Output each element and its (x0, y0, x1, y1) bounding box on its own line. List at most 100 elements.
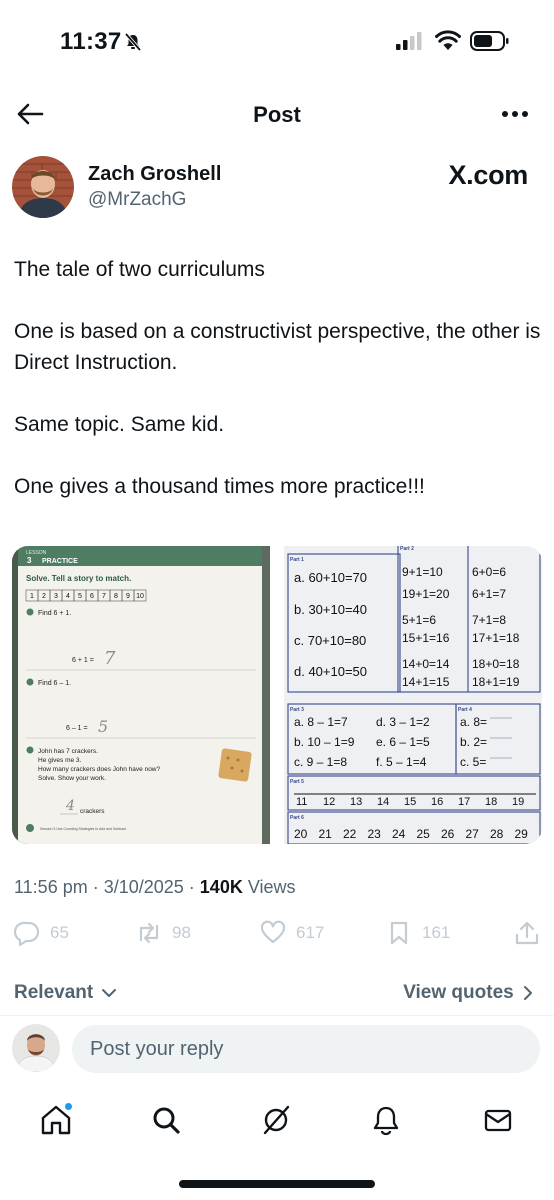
post-media: LESSON 3 PRACTICE Solve. Tell a story to… (12, 546, 542, 844)
part2-item: 6+1=7 (472, 587, 506, 601)
share-button[interactable] (514, 920, 540, 946)
post-body: The tale of two curriculums One is based… (14, 254, 542, 502)
repost-button[interactable]: 98 (136, 920, 191, 946)
part4-label: Part 4 (458, 707, 472, 713)
q5-unit: crackers (80, 808, 105, 815)
number-label: 14 (377, 796, 389, 808)
number-label: 18 (485, 796, 497, 808)
number-label: 19 (512, 796, 524, 808)
number-label: 12 (323, 796, 335, 808)
number-label: 2 (42, 593, 46, 600)
part2-item: 18+0=18 (472, 657, 520, 671)
author-handle[interactable]: @MrZachG (88, 189, 186, 211)
part4-item: c. 5= (460, 755, 486, 769)
instruction-text: Solve. Tell a story to match. (26, 574, 131, 583)
number-label: 26 (441, 827, 455, 841)
tab-home[interactable] (36, 1100, 76, 1140)
number-label: 9 (126, 593, 130, 600)
q3-equation: 6 + 1 = (72, 657, 94, 664)
sort-label: Relevant (14, 982, 94, 1003)
part2-item: 15+1=16 (402, 631, 450, 645)
media-photo-direct-instruction[interactable]: Part 1 Part 2 Part 3 Part 4 Part 5 Part … (284, 546, 542, 844)
part1-label: Part 1 (290, 557, 304, 563)
reply-composer (0, 1015, 554, 1085)
part2-item: 5+1=6 (402, 613, 436, 627)
like-button[interactable]: 617 (260, 920, 324, 946)
chevron-down-icon (102, 988, 117, 997)
q5-handwritten-answer: 4 (65, 798, 75, 814)
part6-label: Part 6 (290, 815, 304, 821)
reply-button[interactable]: 65 (14, 920, 69, 946)
reply-bubble-icon (14, 921, 40, 946)
part5-label: Part 5 (290, 779, 304, 785)
bottom-tab-bar (0, 1090, 554, 1148)
cellular-signal-icon (396, 32, 422, 50)
author-avatar[interactable] (12, 156, 74, 218)
number-label: 5 (78, 593, 82, 600)
part3-item: a. 8 – 1=7 (294, 715, 348, 729)
q4-equation: 6 – 1 = (66, 725, 88, 732)
post-paragraph: One gives a thousand times more practice… (14, 475, 425, 498)
tab-search[interactable] (146, 1100, 186, 1140)
status-time: 11:37 (60, 28, 122, 55)
number-label: 25 (417, 827, 431, 841)
more-options-button[interactable] (498, 100, 532, 128)
part2-item: 9+1=10 (402, 565, 443, 579)
part2-item: 6+0=6 (472, 565, 506, 579)
practice-label: PRACTICE (42, 558, 78, 565)
number-label: 8 (114, 593, 118, 600)
number-label: 3 (54, 593, 58, 600)
number-label: 17 (458, 796, 470, 808)
post-paragraph: The tale of two curriculums (14, 258, 265, 281)
views-count[interactable]: 140K (200, 877, 243, 897)
bookmark-icon (390, 921, 408, 945)
number-label: 4 (66, 593, 70, 600)
grok-icon (263, 1105, 290, 1135)
status-bar: 11:37 (0, 0, 554, 84)
reply-input[interactable] (72, 1025, 540, 1073)
part1-item: d. 40+10=50 (294, 664, 367, 679)
number-label: 24 (392, 827, 406, 841)
part2-item: 7+1=8 (472, 613, 506, 627)
part5-number-line: 11 12 13 14 15 16 17 18 19 (296, 796, 524, 808)
q5-line: Solve. Show your work. (38, 775, 106, 782)
home-notification-dot (64, 1102, 73, 1111)
part1-item: c. 70+10=80 (294, 633, 366, 648)
number-label: 23 (368, 827, 382, 841)
source-badge: X.com (448, 160, 528, 191)
tab-notifications[interactable] (366, 1100, 406, 1140)
number-label: 21 (319, 827, 333, 841)
part2-item: 18+1=19 (472, 675, 520, 689)
post-author: Zach Groshell @MrZachG X.com (12, 156, 534, 220)
part3-label: Part 3 (290, 707, 304, 713)
number-label: 11 (296, 796, 307, 808)
part1-item: b. 30+10=40 (294, 602, 367, 617)
bookmark-button[interactable]: 161 (386, 920, 450, 946)
post-actions: 65 98 617 161 (14, 920, 540, 954)
post-paragraph: Same topic. Same kid. (14, 413, 225, 436)
like-count: 617 (296, 923, 325, 942)
q3-handwritten-answer: 7 (104, 648, 116, 669)
q4-text: Find 6 – 1. (38, 680, 71, 687)
part2-label: Part 2 (400, 546, 414, 552)
envelope-icon (484, 1109, 512, 1132)
number-label: 7 (102, 593, 106, 600)
number-label: 29 (515, 827, 529, 841)
tab-grok[interactable] (256, 1100, 296, 1140)
tab-messages[interactable] (478, 1100, 518, 1140)
views-label: Views (247, 877, 296, 897)
part2-item: 19+1=20 (402, 587, 450, 601)
media-photo-constructivist[interactable]: LESSON 3 PRACTICE Solve. Tell a story to… (12, 546, 270, 844)
lesson-number: 3 (27, 556, 32, 565)
sort-replies-dropdown[interactable]: Relevant (14, 982, 117, 1004)
post-date: 3/10/2025 (103, 877, 184, 897)
reply-count: 65 (50, 923, 69, 942)
author-name[interactable]: Zach Groshell (88, 163, 221, 186)
post-paragraph: One is based on a constructivist perspec… (14, 320, 541, 374)
current-user-avatar[interactable] (12, 1024, 60, 1072)
q5-line: John has 7 crackers. (38, 748, 98, 755)
view-quotes-link[interactable]: View quotes (403, 982, 534, 1004)
number-label: 16 (431, 796, 443, 808)
share-icon (515, 921, 539, 945)
post-time: 11:56 pm (14, 877, 88, 897)
